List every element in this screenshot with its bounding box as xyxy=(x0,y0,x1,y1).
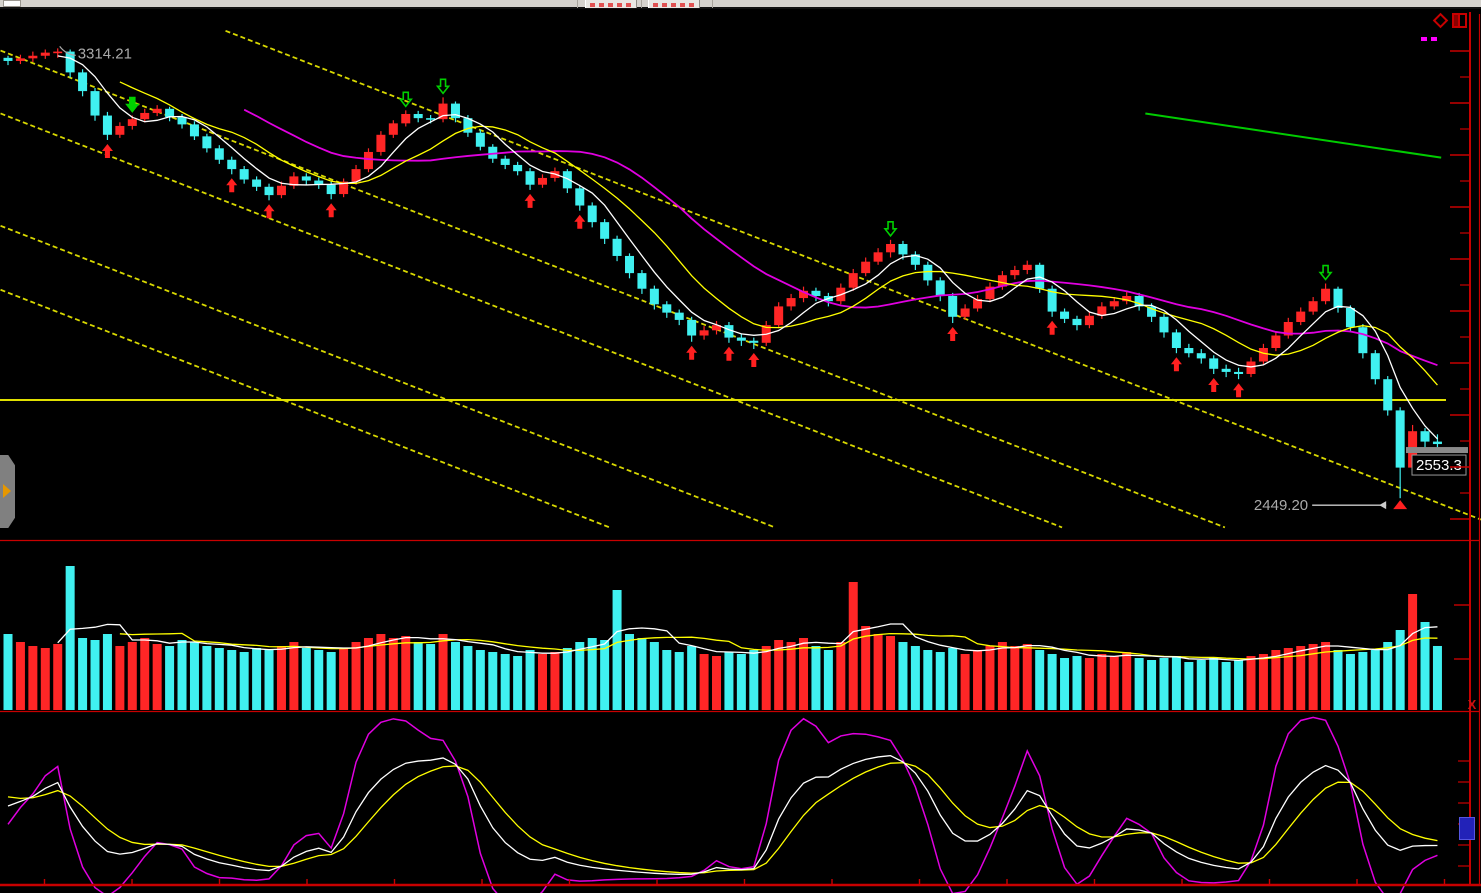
buy-signal-arrow xyxy=(326,203,337,217)
pane-count-badge xyxy=(1459,817,1475,840)
buy-signal-arrow xyxy=(102,144,113,158)
sell-signal-arrow xyxy=(400,92,411,106)
kdj-pane-header xyxy=(2,714,11,730)
buy-signal-arrow xyxy=(947,327,958,341)
sell-signal-arrow xyxy=(438,79,449,93)
split-window-left-pane xyxy=(1454,15,1460,26)
main-chart-header xyxy=(2,11,29,29)
kdj-close-icon[interactable]: X xyxy=(1464,698,1480,712)
sell-signal-arrow xyxy=(885,222,896,236)
ma250-line xyxy=(1145,113,1441,157)
chart-canvas[interactable]: 3314.21 2449.20 2553.3 xyxy=(0,0,1481,893)
kdj-d-line xyxy=(8,763,1437,873)
buy-signal-arrow xyxy=(1208,378,1219,392)
buy-signal-arrow xyxy=(1233,383,1244,397)
buy-signal-arrow xyxy=(525,194,536,208)
volume-bars xyxy=(4,566,1442,710)
buy-signal-arrow xyxy=(574,215,585,229)
lowest-point-marker xyxy=(1393,500,1407,509)
trading-app-screen: 3314.21 2449.20 2553.3 X xyxy=(0,0,1481,893)
high-price-label: 3314.21 xyxy=(78,45,132,62)
magenta-marker-dot xyxy=(1421,37,1427,41)
price-ma-lines xyxy=(58,56,1438,439)
kdj-lines xyxy=(8,717,1437,893)
yellow-channel-line xyxy=(1,290,610,528)
volume-pane-header xyxy=(2,543,11,559)
sell-signal-arrow xyxy=(1320,266,1331,280)
yellow-channel-line xyxy=(1,226,775,528)
candlestick-layer xyxy=(4,48,1442,498)
buy-signal-arrow xyxy=(1171,357,1182,371)
trendline-annotations xyxy=(0,31,1481,528)
split-window-icon[interactable] xyxy=(1452,13,1467,28)
buy-signal-arrow xyxy=(686,346,697,360)
pane-frame xyxy=(0,12,1481,885)
last-price-label: 2553.3 xyxy=(1416,457,1462,474)
last-price-handle xyxy=(1406,447,1468,453)
buy-signal-arrow xyxy=(1047,321,1058,335)
magenta-marker-dot xyxy=(1431,37,1437,41)
buy-signal-arrow xyxy=(226,178,237,192)
buy-signal-arrow xyxy=(748,353,759,367)
buy-signal-arrow xyxy=(723,347,734,361)
low-price-label: 2449.20 xyxy=(1254,497,1308,514)
price-annotations: 3314.21 2449.20 2553.3 xyxy=(60,45,1468,514)
flyout-arrow-icon xyxy=(3,484,11,498)
sidebar-flyout-handle[interactable] xyxy=(0,455,15,528)
